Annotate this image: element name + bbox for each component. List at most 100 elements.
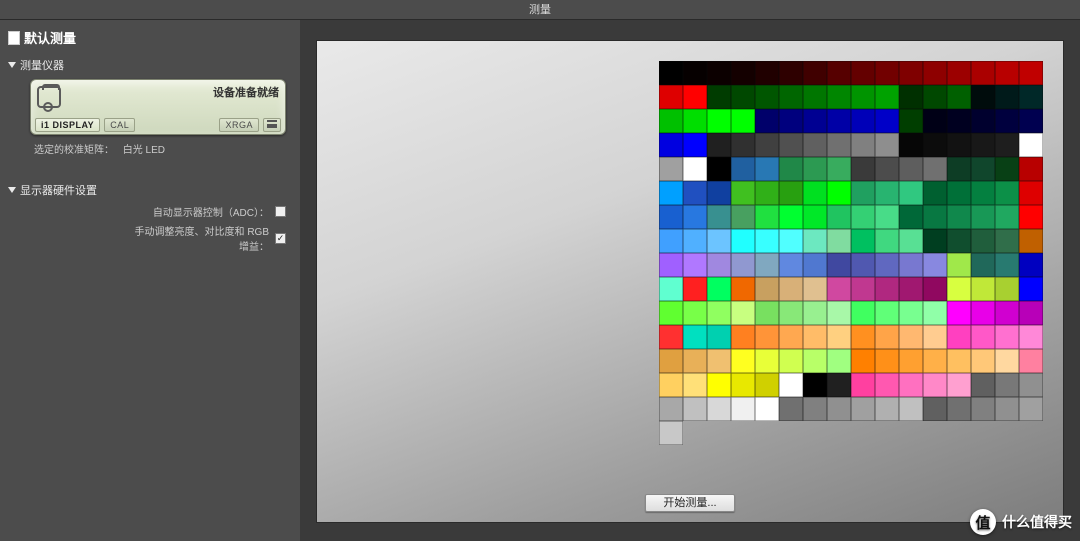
color-patch	[803, 61, 827, 85]
color-patch	[755, 181, 779, 205]
panel-title: 默认测量	[8, 28, 292, 47]
color-patch	[803, 373, 827, 397]
color-patch	[923, 205, 947, 229]
color-patch	[803, 229, 827, 253]
color-patch	[803, 205, 827, 229]
color-patch	[899, 277, 923, 301]
manual-row: 手动调整亮度、对比度和 RGB 增益：	[8, 223, 286, 253]
color-patch	[947, 205, 971, 229]
color-patch	[899, 157, 923, 181]
color-patch	[995, 373, 1019, 397]
color-patch	[875, 181, 899, 205]
color-patch	[899, 133, 923, 157]
color-patch	[755, 397, 779, 421]
chevron-down-icon	[8, 187, 16, 193]
adc-checkbox[interactable]	[275, 206, 286, 217]
color-patch	[899, 373, 923, 397]
color-patch	[923, 349, 947, 373]
color-patch	[779, 277, 803, 301]
color-patch	[803, 157, 827, 181]
color-patch	[803, 301, 827, 325]
color-patch	[875, 349, 899, 373]
color-patch	[707, 253, 731, 277]
color-patch	[731, 253, 755, 277]
color-patch	[779, 109, 803, 133]
color-patch	[683, 349, 707, 373]
color-patch	[683, 205, 707, 229]
color-patch	[899, 253, 923, 277]
color-patch	[875, 205, 899, 229]
start-measurement-button[interactable]: 开始测量...	[645, 494, 735, 512]
adc-label: 自动显示器控制（ADC）：	[153, 204, 269, 219]
device-tabs: i1 DISPLAY CAL XRGA	[35, 118, 281, 132]
device-tab-cal[interactable]: CAL	[104, 118, 135, 132]
color-patch	[827, 349, 851, 373]
app-window: 测量 默认测量 测量仪器 设备准备就绪 i1 DISPLAY CAL	[0, 0, 1080, 541]
color-patch	[875, 325, 899, 349]
color-patch	[731, 325, 755, 349]
color-patch	[827, 181, 851, 205]
color-patch	[947, 181, 971, 205]
device-tab-xrga[interactable]: XRGA	[219, 118, 259, 132]
chevron-down-icon	[8, 62, 16, 68]
color-patch	[707, 349, 731, 373]
section-header-instrument[interactable]: 测量仪器	[8, 57, 292, 73]
color-patch	[947, 109, 971, 133]
color-patch	[995, 157, 1019, 181]
color-patch	[851, 325, 875, 349]
color-patch	[707, 277, 731, 301]
color-patch	[899, 349, 923, 373]
color-patch	[923, 277, 947, 301]
color-patch	[731, 301, 755, 325]
color-patch	[899, 397, 923, 421]
main-area: 开始测量...	[300, 20, 1080, 541]
color-patch	[995, 277, 1019, 301]
color-patch	[779, 229, 803, 253]
device-tab-i1display[interactable]: i1 DISPLAY	[35, 118, 100, 132]
color-patch	[971, 205, 995, 229]
color-patch	[947, 349, 971, 373]
color-patch	[875, 157, 899, 181]
color-patch	[779, 133, 803, 157]
color-patch	[731, 61, 755, 85]
color-patch	[755, 61, 779, 85]
adc-row: 自动显示器控制（ADC）：	[8, 204, 286, 219]
color-patch	[923, 253, 947, 277]
color-patch	[731, 349, 755, 373]
color-patch	[755, 109, 779, 133]
color-patch	[995, 253, 1019, 277]
calibration-value: 白光 LED	[123, 145, 165, 156]
section-header-monitor[interactable]: 显示器硬件设置	[8, 182, 292, 198]
color-patch	[827, 133, 851, 157]
color-patch	[731, 85, 755, 109]
color-patch	[851, 85, 875, 109]
color-patch	[875, 373, 899, 397]
color-patch	[971, 109, 995, 133]
manual-checkbox[interactable]	[275, 233, 286, 244]
color-patch	[851, 277, 875, 301]
color-patch	[875, 301, 899, 325]
color-patch	[899, 85, 923, 109]
color-patch	[707, 181, 731, 205]
color-patch	[683, 157, 707, 181]
color-patch	[1019, 397, 1043, 421]
color-patch	[971, 325, 995, 349]
color-patch	[947, 85, 971, 109]
color-patch	[659, 253, 683, 277]
device-menu-button[interactable]	[263, 118, 281, 132]
color-patch	[803, 85, 827, 109]
color-patch	[971, 277, 995, 301]
color-patch	[803, 349, 827, 373]
color-patch	[851, 253, 875, 277]
color-patch	[659, 421, 683, 445]
color-patch	[851, 301, 875, 325]
color-patch	[923, 109, 947, 133]
color-patch	[851, 349, 875, 373]
color-patch	[779, 181, 803, 205]
color-patch	[659, 301, 683, 325]
color-patch	[899, 325, 923, 349]
color-patch	[803, 325, 827, 349]
color-patch	[947, 277, 971, 301]
color-patch	[875, 397, 899, 421]
color-patch	[971, 85, 995, 109]
